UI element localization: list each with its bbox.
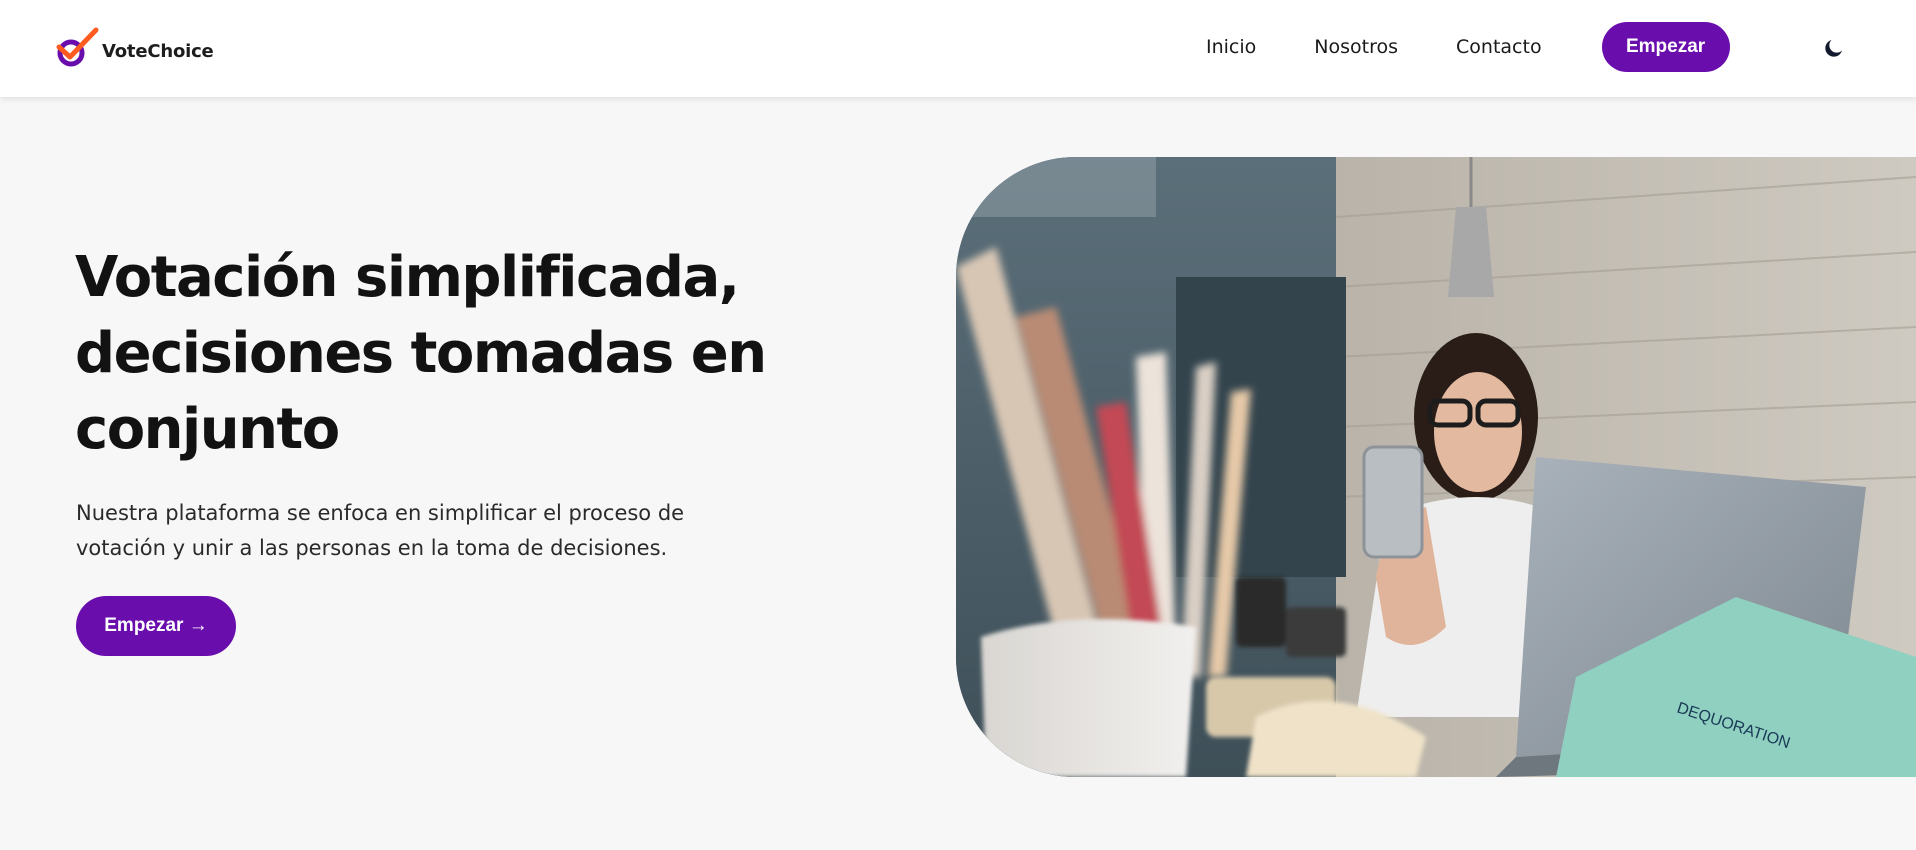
brand-logo[interactable]: VoteChoice xyxy=(54,26,214,70)
hero-photo: DEQUORATION xyxy=(956,157,1916,777)
nav-link-inicio[interactable]: Inicio xyxy=(1206,36,1256,58)
nav-link-contacto[interactable]: Contacto xyxy=(1456,36,1542,58)
main-nav: Inicio Nosotros Contacto Empezar xyxy=(1206,22,1730,72)
woman-with-phone-photo: DEQUORATION xyxy=(956,157,1916,777)
hero-description: Nuestra plataforma se enfoca en simplifi… xyxy=(76,501,685,560)
brand-name: VoteChoice xyxy=(102,40,214,62)
site-header: VoteChoice Inicio Nosotros Contacto Empe… xyxy=(0,0,1916,97)
hero-start-button[interactable]: Empezar → xyxy=(76,596,236,656)
nav-link-nosotros[interactable]: Nosotros xyxy=(1314,36,1398,58)
theme-toggle[interactable] xyxy=(1818,32,1850,64)
vote-check-logo-icon xyxy=(56,27,99,67)
header-start-button[interactable]: Empezar xyxy=(1601,22,1730,72)
moon-icon xyxy=(1825,40,1842,57)
hero-title: Votación simplificada, decisiones tomada… xyxy=(75,245,767,462)
